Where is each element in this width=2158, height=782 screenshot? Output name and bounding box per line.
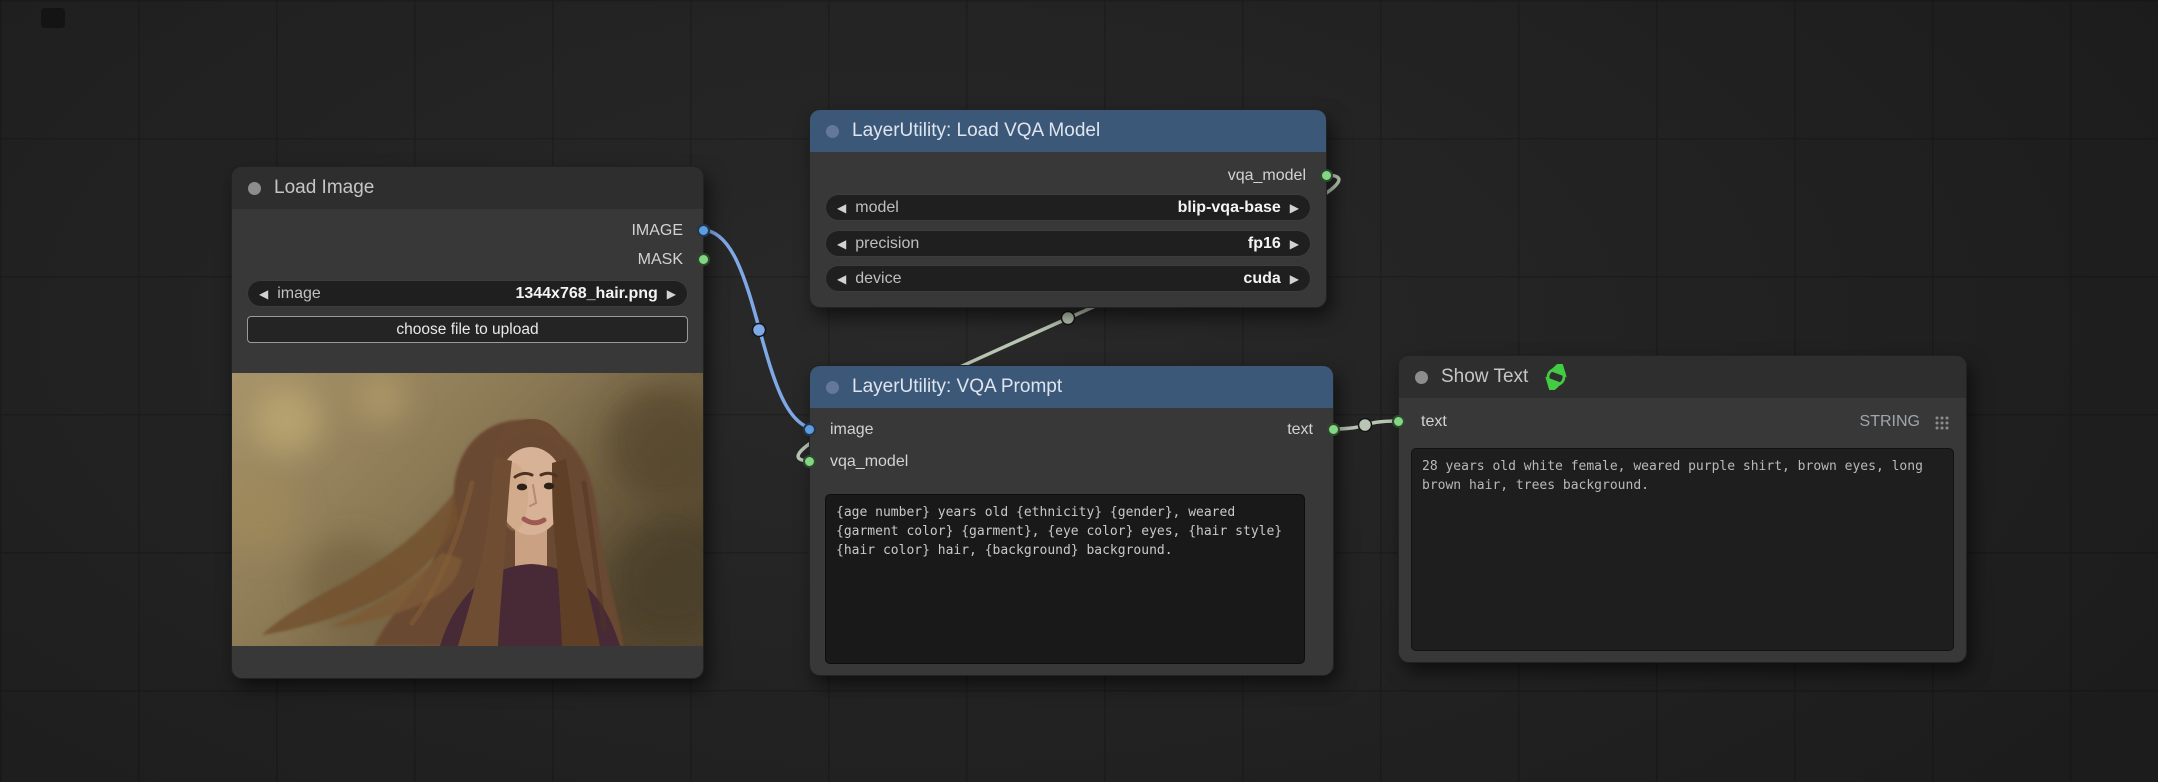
- output-label-text: text: [1287, 421, 1313, 438]
- input-port-image[interactable]: [803, 423, 816, 436]
- choose-file-button[interactable]: choose file to upload: [247, 316, 688, 343]
- combo-value: cuda: [1243, 269, 1281, 287]
- output-port-image[interactable]: [697, 224, 710, 237]
- node-show-text[interactable]: Show Text text STRING 28 years old white…: [1392, 355, 1967, 663]
- combo-left-arrow-icon[interactable]: ◀: [837, 238, 846, 250]
- collapse-dot[interactable]: [1415, 370, 1428, 384]
- node-header[interactable]: Load Image: [232, 167, 703, 209]
- input-port-text[interactable]: [1392, 415, 1405, 428]
- link-image-to-vqa-prompt: [701, 228, 818, 431]
- output-label-mask: MASK: [637, 251, 683, 268]
- refresh-icon: [1545, 364, 1568, 390]
- node-vqa-prompt[interactable]: LayerUtility: VQA Prompt image vqa_model…: [803, 365, 1340, 676]
- menu-button[interactable]: [41, 8, 65, 28]
- link-midpoint-dot: [751, 322, 767, 338]
- node-header[interactable]: LayerUtility: Load VQA Model: [810, 110, 1326, 152]
- combo-label: device: [855, 269, 902, 287]
- node-title: Load Image: [274, 177, 375, 198]
- input-label-image: image: [830, 421, 874, 438]
- output-port-mask[interactable]: [697, 253, 710, 266]
- node-header[interactable]: LayerUtility: VQA Prompt: [810, 366, 1333, 408]
- node-load-vqa-model[interactable]: LayerUtility: Load VQA Model vqa_model ◀…: [809, 109, 1333, 308]
- input-port-vqa-model[interactable]: [803, 455, 816, 468]
- combo-label: model: [855, 198, 899, 216]
- model-combo[interactable]: ◀ model blip-vqa-base ▶: [825, 194, 1311, 221]
- link-midpoint-dot: [1060, 310, 1076, 326]
- device-combo[interactable]: ◀ device cuda ▶: [825, 265, 1311, 292]
- node-title: Show Text: [1441, 366, 1529, 387]
- combo-right-arrow-icon[interactable]: ▶: [1290, 238, 1299, 250]
- link-text-to-show-text: [1331, 419, 1399, 431]
- combo-label: precision: [855, 234, 920, 252]
- collapse-dot[interactable]: [826, 124, 839, 138]
- image-file-combo[interactable]: ◀ image 1344x768_hair.png ▶: [247, 280, 688, 307]
- output-label-image: IMAGE: [631, 222, 683, 239]
- show-text-output[interactable]: 28 years old white female, weared purple…: [1411, 448, 1954, 651]
- node-title: LayerUtility: VQA Prompt: [852, 376, 1063, 397]
- combo-label: image: [277, 284, 321, 302]
- input-label-text: text: [1421, 413, 1447, 430]
- output-port-vqa-model[interactable]: [1320, 169, 1333, 182]
- image-preview: [232, 373, 703, 646]
- precision-combo[interactable]: ◀ precision fp16 ▶: [825, 230, 1311, 257]
- output-port-text[interactable]: [1327, 423, 1340, 436]
- output-label-vqa-model: vqa_model: [1227, 167, 1306, 184]
- node-load-image[interactable]: Load Image IMAGE MASK ◀ image 1344x768_h…: [231, 166, 710, 679]
- input-label-vqa-model: vqa_model: [830, 453, 909, 470]
- combo-right-arrow-icon[interactable]: ▶: [667, 288, 676, 300]
- combo-right-arrow-icon[interactable]: ▶: [1290, 202, 1299, 214]
- combo-value: fp16: [1247, 234, 1281, 252]
- node-graph-canvas[interactable]: Load Image IMAGE MASK ◀ image 1344x768_h…: [0, 0, 2158, 782]
- combo-value: blip-vqa-base: [1177, 198, 1281, 216]
- type-label-string: STRING: [1859, 413, 1920, 430]
- link-midpoint-dot: [1357, 417, 1373, 433]
- combo-right-arrow-icon[interactable]: ▶: [1290, 273, 1299, 285]
- node-title: LayerUtility: Load VQA Model: [852, 120, 1101, 141]
- combo-value: 1344x768_hair.png: [515, 284, 658, 302]
- collapse-dot[interactable]: [826, 380, 839, 394]
- drag-handle-icon[interactable]: [1934, 415, 1950, 431]
- combo-left-arrow-icon[interactable]: ◀: [837, 273, 846, 285]
- node-header[interactable]: Show Text: [1399, 356, 1966, 398]
- woman-portrait-art: [232, 373, 703, 646]
- combo-left-arrow-icon[interactable]: ◀: [259, 288, 268, 300]
- vqa-prompt-textarea[interactable]: {age number} years old {ethnicity} {gend…: [825, 494, 1305, 664]
- collapse-dot[interactable]: [248, 181, 261, 195]
- combo-left-arrow-icon[interactable]: ◀: [837, 202, 846, 214]
